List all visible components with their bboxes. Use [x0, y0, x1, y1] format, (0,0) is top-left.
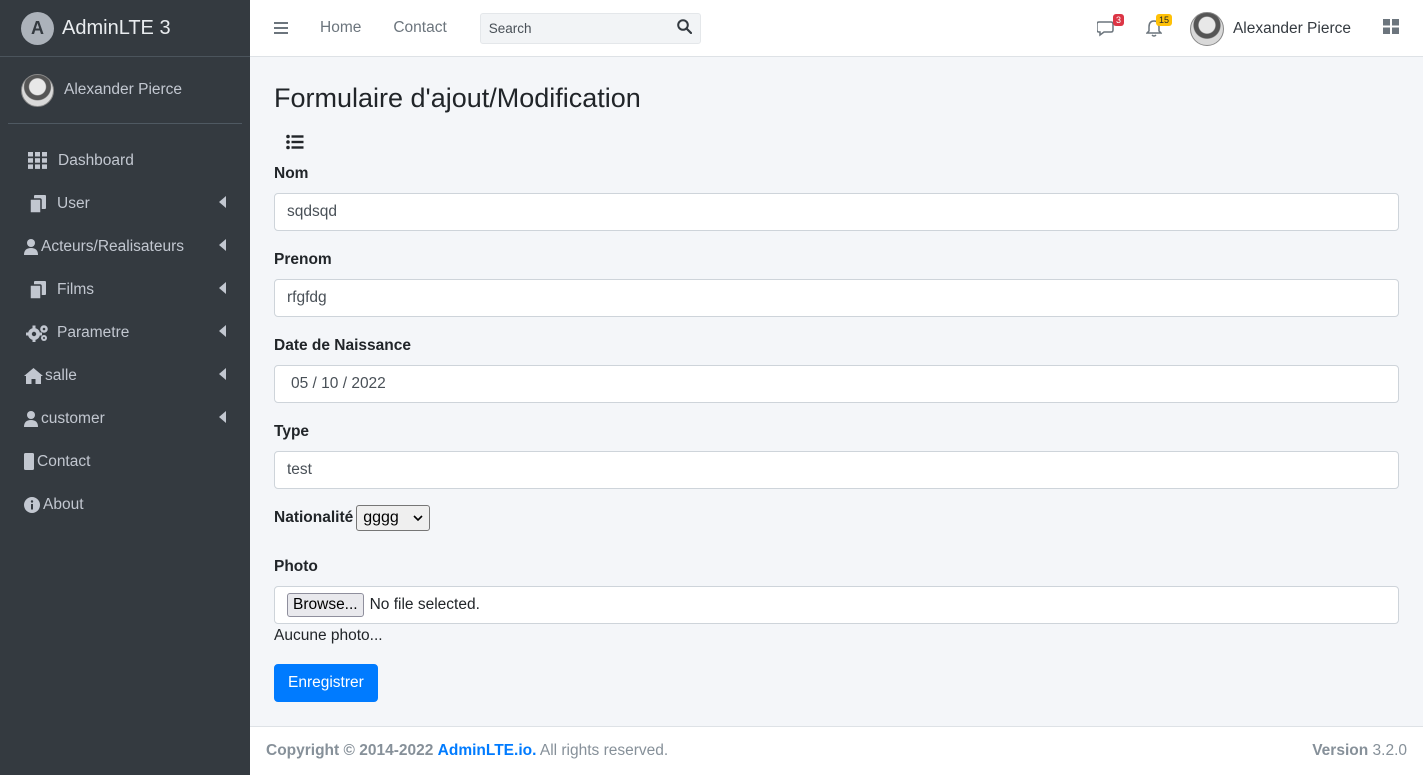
chevron-left-icon [219, 411, 226, 423]
notifications-dropdown[interactable]: 15 [1144, 13, 1172, 39]
home-icon [24, 367, 45, 384]
footer-brand-link[interactable]: AdminLTE.io. [438, 742, 537, 759]
nom-input[interactable]: sqdsqd [274, 193, 1399, 231]
sidebar-user-name[interactable]: Alexander Pierce [64, 81, 182, 99]
nationalite-label: Nationalité [274, 509, 354, 526]
top-user-name: Alexander Pierce [1232, 19, 1351, 37]
version-number: 3.2.0 [1372, 742, 1407, 759]
sidebar-nav: Dashboard User Acteurs/Realisateurs Film… [0, 139, 250, 526]
user-menu[interactable]: Alexander Pierce [1189, 11, 1351, 46]
user-icon [24, 238, 41, 255]
brand-logo: A [21, 11, 54, 45]
browse-button[interactable]: Browse... [287, 593, 364, 617]
photo-label: Photo [274, 558, 318, 575]
date-input[interactable]: 05 / 10 / 2022 [274, 365, 1399, 403]
sidebar-item-label: Parametre [57, 323, 130, 341]
user-icon [24, 410, 41, 427]
nationalite-selected: gggg [363, 509, 399, 526]
no-photo-text: Aucune photo... [274, 627, 383, 644]
navbar-search [479, 12, 701, 44]
sidebar-item-label: Acteurs/Realisateurs [41, 237, 185, 255]
main-sidebar: A AdminLTE 3 Alexander Pierce Dashboard … [0, 0, 250, 775]
navbar-right: 3 15 Alexander Pierce [1096, 0, 1423, 57]
version-info: Version 3.2.0 [1312, 742, 1407, 760]
list-icon[interactable] [286, 134, 304, 150]
copyright: Copyright © 2014-2022 AdminLTE.io. All r… [266, 742, 668, 760]
chevron-left-icon [219, 325, 226, 337]
notifications-badge: 15 [1155, 13, 1172, 26]
sidebar-item-label: Films [57, 280, 95, 298]
sidebar-item-label: salle [45, 366, 77, 384]
copy-icon [30, 194, 57, 213]
brand-name: AdminLTE 3 [62, 16, 171, 39]
photo-file-input[interactable]: Browse... No file selected. [274, 586, 1399, 624]
sidebar-item-dashboard[interactable]: Dashboard [0, 139, 250, 182]
sidebar-item-acteurs[interactable]: Acteurs/Realisateurs [0, 225, 250, 268]
sidebar-item-films[interactable]: Films [0, 268, 250, 311]
copy-icon [30, 280, 57, 299]
sidebar-item-contact[interactable]: Contact [0, 440, 250, 483]
brand-link[interactable]: A AdminLTE 3 [0, 0, 250, 57]
nav-link-contact[interactable]: Contact [393, 19, 446, 37]
sidebar-user-panel[interactable]: Alexander Pierce [8, 57, 242, 124]
grid-icon [28, 152, 58, 169]
page-title: Formulaire d'ajout/Modification [274, 83, 641, 113]
chevron-down-icon [413, 514, 423, 521]
copyright-prefix: Copyright © 2014-2022 [266, 742, 434, 759]
rights-text: All rights reserved. [539, 742, 669, 759]
mobile-icon [24, 453, 37, 470]
main-footer: Copyright © 2014-2022 AdminLTE.io. All r… [250, 726, 1423, 775]
cogs-icon [26, 324, 57, 342]
date-label: Date de Naissance [274, 337, 411, 354]
messages-badge: 3 [1112, 13, 1124, 26]
sidebar-item-label: User [57, 194, 90, 212]
type-label: Type [274, 423, 310, 440]
chevron-left-icon [219, 368, 226, 380]
messages-dropdown[interactable]: 3 [1096, 13, 1124, 39]
prenom-label: Prenom [274, 251, 332, 268]
hamburger-menu-icon[interactable] [274, 22, 288, 34]
control-sidebar-grid-icon[interactable] [1383, 19, 1399, 38]
sidebar-item-about[interactable]: About [0, 483, 250, 526]
file-status: No file selected. [369, 596, 480, 613]
save-button[interactable]: Enregistrer [274, 664, 378, 702]
chevron-left-icon [219, 239, 226, 251]
sidebar-item-label: customer [41, 409, 105, 427]
top-navbar: Home Contact 3 15 Alexander Pierce [250, 0, 1423, 57]
sidebar-item-customer[interactable]: customer [0, 397, 250, 440]
nav-link-home[interactable]: Home [320, 19, 361, 37]
nom-label: Nom [274, 165, 309, 182]
info-icon [24, 496, 43, 513]
sidebar-item-parametre[interactable]: Parametre [0, 311, 250, 354]
search-icon[interactable] [676, 18, 692, 38]
chevron-left-icon [219, 196, 226, 208]
nationalite-select[interactable]: gggg [356, 505, 431, 531]
sidebar-item-label: About [43, 495, 84, 513]
avatar [1189, 11, 1224, 46]
version-label: Version [1312, 742, 1369, 759]
sidebar-item-user[interactable]: User [0, 182, 250, 225]
type-input[interactable]: test [274, 451, 1399, 489]
chevron-left-icon [219, 282, 226, 294]
avatar [21, 73, 54, 107]
prenom-input[interactable]: rfgfdg [274, 279, 1399, 317]
sidebar-item-label: Dashboard [58, 151, 134, 169]
sidebar-item-label: Contact [37, 452, 91, 470]
nationalite-row: Nationalité gggg [274, 505, 431, 531]
sidebar-item-salle[interactable]: salle [0, 354, 250, 397]
search-input[interactable] [488, 20, 659, 36]
